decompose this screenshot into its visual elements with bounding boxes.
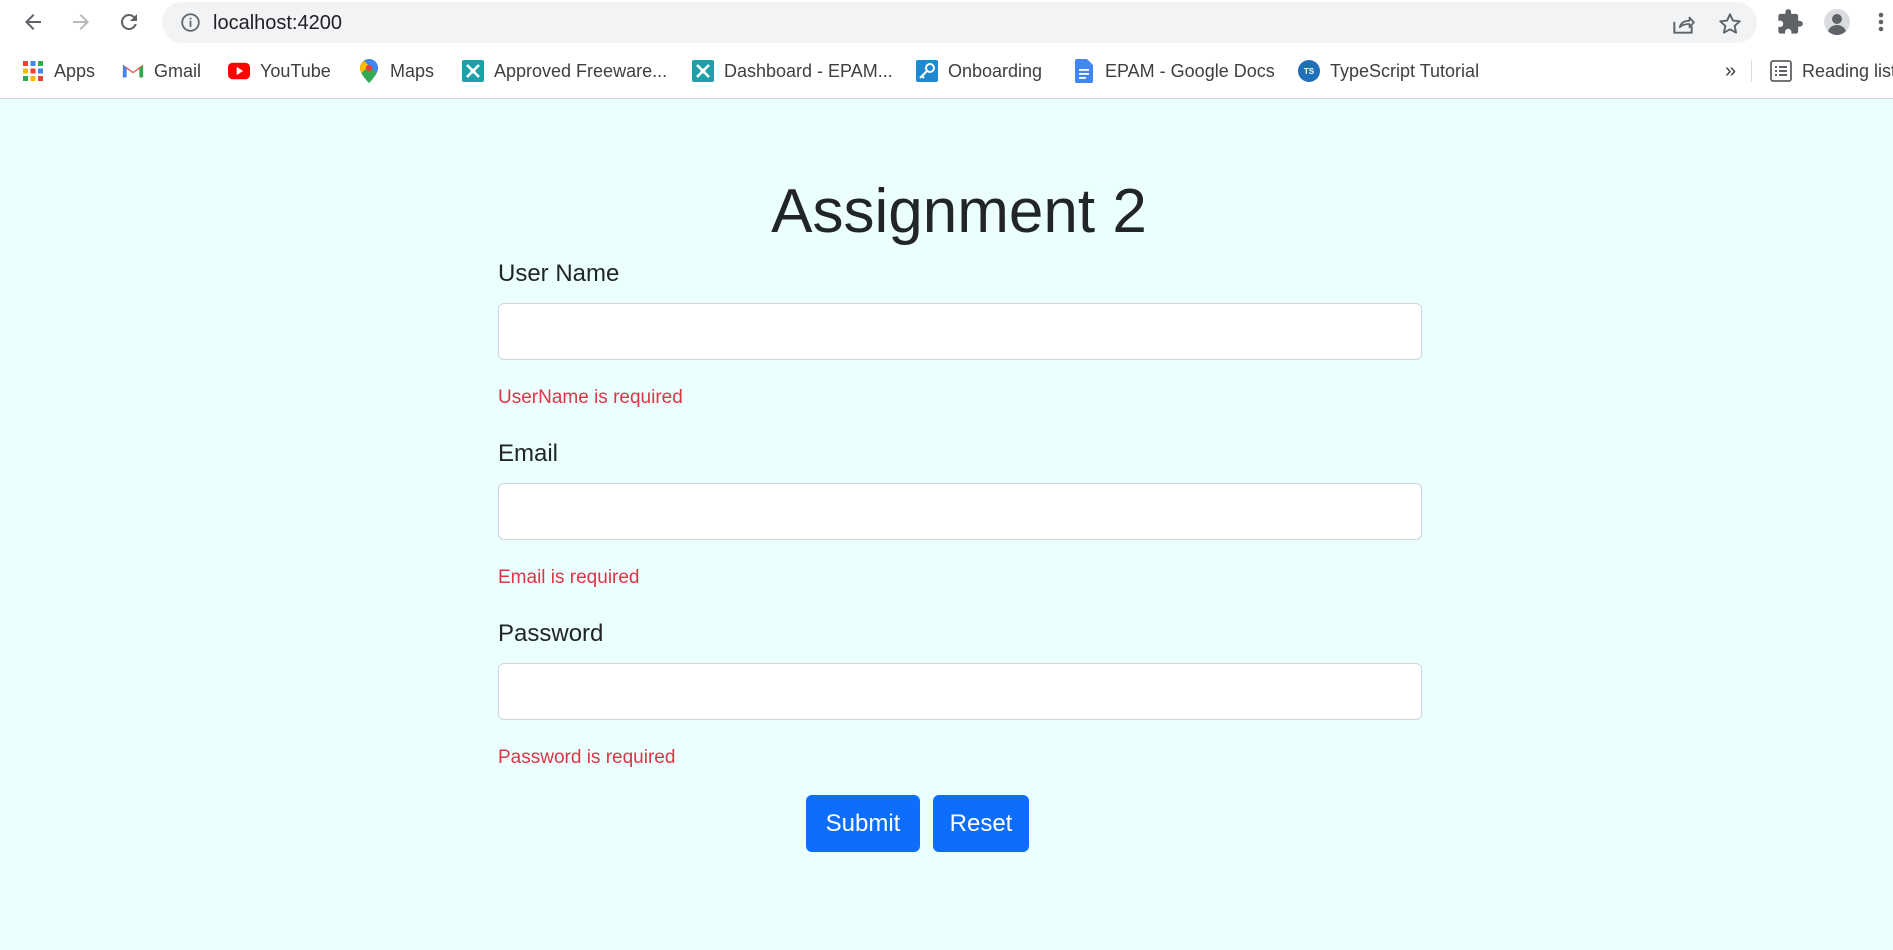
bookmark-youtube[interactable]: YouTube <box>228 56 331 86</box>
reset-button[interactable]: Reset <box>933 795 1029 852</box>
reload-button[interactable] <box>113 6 145 38</box>
site-info-icon[interactable] <box>180 12 201 33</box>
username-error: UserName is required <box>498 387 683 408</box>
youtube-icon <box>228 60 250 82</box>
browser-chrome: localhost:4200 Apps Gmail YouTube Maps A… <box>0 0 1893 99</box>
bookmark-label: Onboarding <box>948 60 1043 81</box>
bookmark-approved-freeware[interactable]: Approved Freeware... <box>462 56 667 86</box>
dashboard-epam-icon <box>692 60 714 82</box>
email-label: Email <box>498 440 559 467</box>
bookmark-apps[interactable]: Apps <box>22 56 95 86</box>
bookmark-epam-google-docs[interactable]: EPAM - Google Docs <box>1073 56 1275 86</box>
bookmark-label: Apps <box>54 60 96 81</box>
reading-list-button[interactable]: Reading list <box>1770 56 1893 86</box>
bookmark-label: EPAM - Google Docs <box>1105 60 1275 81</box>
back-arrow-icon <box>25 14 41 30</box>
forward-button[interactable] <box>65 6 97 38</box>
ts-badge: TS <box>1298 60 1320 82</box>
bookmark-onboarding[interactable]: Onboarding <box>916 56 1042 86</box>
username-label: User Name <box>498 260 620 287</box>
typescript-icon: TS <box>1298 60 1320 82</box>
reload-icon <box>120 13 137 30</box>
password-label: Password <box>498 620 604 647</box>
maps-pin-icon <box>358 59 380 83</box>
extensions-puzzle-icon[interactable] <box>1776 8 1804 36</box>
bookmark-maps[interactable]: Maps <box>358 56 434 86</box>
username-input[interactable] <box>498 303 1422 360</box>
submit-button[interactable]: Submit <box>806 795 920 852</box>
page-content: Assignment 2 User Name UserName is requi… <box>0 100 1893 950</box>
share-icon[interactable] <box>1670 11 1696 37</box>
bookmark-label: YouTube <box>260 60 331 81</box>
approved-freeware-icon <box>462 60 484 82</box>
google-docs-icon <box>1073 59 1095 83</box>
reading-list-label: Reading list <box>1802 60 1893 81</box>
bookmarks-bar: Apps Gmail YouTube Maps Approved Freewar… <box>0 52 1893 88</box>
email-input[interactable] <box>498 483 1422 540</box>
bookmark-label: Gmail <box>154 60 202 81</box>
url-text[interactable]: localhost:4200 <box>213 12 342 35</box>
gmail-icon <box>122 60 144 82</box>
bookmark-label: Maps <box>390 60 435 81</box>
apps-grid-icon <box>22 60 44 82</box>
password-input[interactable] <box>498 663 1422 720</box>
bookmark-label: Approved Freeware... <box>494 60 668 81</box>
address-bar[interactable]: localhost:4200 <box>162 2 1757 43</box>
bookmarks-overflow-button[interactable]: » <box>1725 56 1736 86</box>
bookmark-dashboard-epam[interactable]: Dashboard - EPAM... <box>692 56 893 86</box>
bookmark-label: Dashboard - EPAM... <box>724 60 893 81</box>
profile-avatar-icon[interactable] <box>1823 8 1851 36</box>
bookmark-gmail[interactable]: Gmail <box>122 56 201 86</box>
forward-arrow-icon <box>73 14 89 30</box>
bookmark-star-icon[interactable] <box>1717 11 1743 37</box>
menu-kebab-icon[interactable] <box>1874 8 1888 36</box>
password-error: Password is required <box>498 747 676 768</box>
bookmark-typescript-tutorial[interactable]: TS TypeScript Tutorial <box>1298 56 1479 86</box>
page-title: Assignment 2 <box>771 177 1147 246</box>
reading-list-icon <box>1770 60 1792 82</box>
overflow-chevron-icon: » <box>1725 59 1737 82</box>
key-icon <box>916 60 938 82</box>
bookmarks-divider <box>1751 60 1752 82</box>
back-button[interactable] <box>17 6 49 38</box>
email-error: Email is required <box>498 567 640 588</box>
bookmark-label: TypeScript Tutorial <box>1330 60 1480 81</box>
